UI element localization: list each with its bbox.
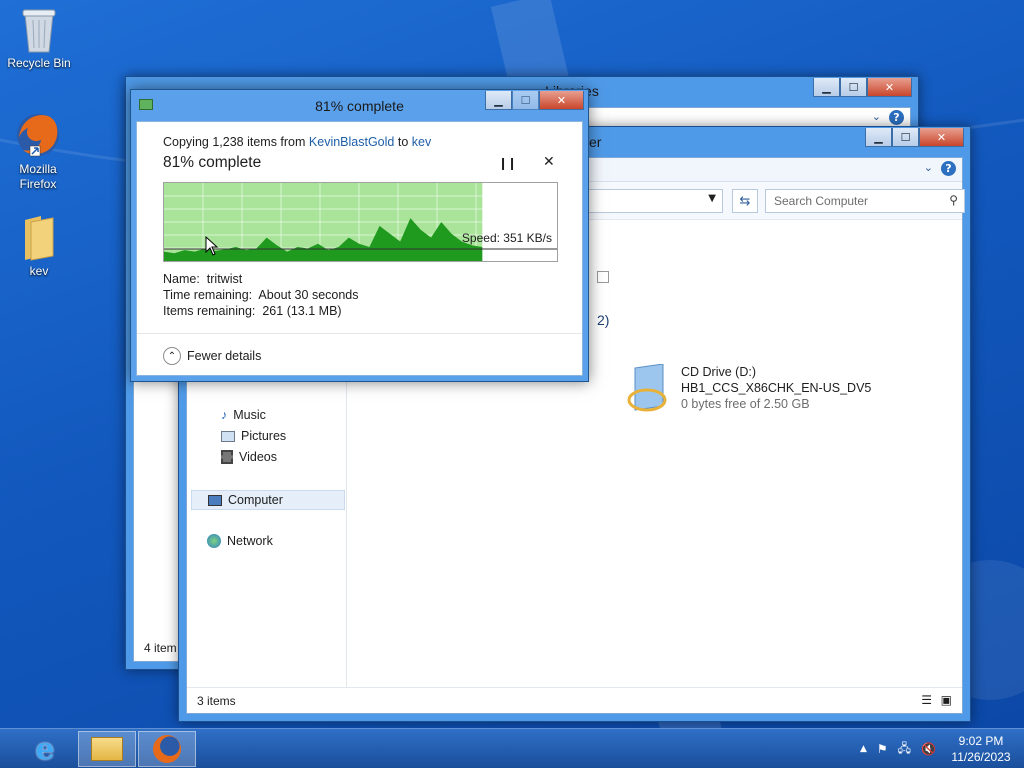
copy-mid: to	[394, 135, 412, 149]
detail-name: Name: tritwist	[163, 272, 243, 286]
desktop-icon-label: Recycle Bin	[7, 56, 71, 70]
chevron-down-icon[interactable]: ▼	[708, 193, 716, 204]
network-status-icon[interactable]: 🖧	[898, 739, 911, 760]
close-button[interactable]: ✕	[867, 78, 912, 97]
nav-item-label: Videos	[239, 450, 277, 464]
chevron-down-icon[interactable]: ⌄	[872, 110, 881, 125]
detail-time: Time remaining: About 30 seconds	[163, 288, 359, 302]
desktop-icon-recycle-bin[interactable]: Recycle Bin	[1, 6, 77, 71]
status-text: 4 item	[144, 641, 177, 655]
videos-icon	[221, 450, 233, 464]
nav-item-label: Network	[227, 534, 273, 548]
drive-label: HB1_CCS_X86CHK_EN-US_DV5	[681, 381, 872, 395]
cd-drive-item[interactable]: CD Drive (D:) HB1_CCS_X86CHK_EN-US_DV5 0…	[627, 364, 871, 414]
desktop-icon-kev-folder[interactable]: kev	[1, 214, 77, 279]
dialog-body: Copying 1,238 items from KevinBlastGold …	[136, 121, 583, 376]
action-center-flag-icon[interactable]: ⚑	[877, 742, 888, 756]
network-icon	[207, 534, 221, 548]
search-icon: ⚲	[949, 193, 958, 207]
taskbar: e ▲ ⚑ 🖧 🔇 9:02 PM 11/26/2023	[0, 728, 1024, 768]
divider	[137, 333, 582, 334]
maximize-button[interactable]: ☐	[512, 91, 539, 110]
copy-description: Copying 1,238 items from KevinBlastGold …	[163, 135, 431, 149]
status-text: 3 items	[197, 694, 236, 708]
desktop-icon-label: kev	[29, 264, 49, 278]
nav-item-label: Pictures	[241, 429, 287, 443]
ribbon-controls: ⌄ ?	[924, 161, 956, 176]
taskbar-file-explorer[interactable]	[78, 731, 136, 767]
nav-item-pictures[interactable]: Pictures	[221, 429, 286, 443]
window-controls: ▁ ☐ ✕	[485, 91, 584, 110]
speed-label: Speed: 351 KB/s	[461, 231, 552, 245]
close-button[interactable]: ✕	[919, 128, 964, 147]
nav-item-music[interactable]: ♪ Music	[221, 408, 266, 422]
internet-explorer-icon: e	[35, 731, 55, 767]
help-icon[interactable]: ?	[941, 161, 956, 176]
minimize-button[interactable]: ▁	[485, 91, 512, 110]
cancel-button[interactable]: ✕	[543, 154, 555, 170]
percent-complete: 81% complete	[163, 154, 262, 171]
details-view-icon[interactable]: ☰	[921, 693, 932, 707]
maximize-button[interactable]: ☐	[892, 128, 919, 147]
cd-drive-icon	[627, 364, 667, 412]
clock-time: 9:02 PM	[958, 734, 1004, 748]
status-bar: 3 items ☰ ▣	[187, 687, 962, 713]
desktop-icon-firefox[interactable]: Mozilla Firefox	[0, 110, 76, 192]
fewer-details-label: Fewer details	[187, 349, 262, 363]
destination-link[interactable]: kev	[412, 135, 431, 149]
pause-button[interactable]: ❙❙	[498, 156, 517, 170]
chevron-up-icon: ⌃	[163, 347, 181, 365]
music-icon: ♪	[221, 408, 228, 422]
firefox-icon	[153, 735, 181, 763]
source-link[interactable]: KevinBlastGold	[309, 135, 394, 149]
speed-chart	[164, 183, 557, 261]
copy-progress-dialog[interactable]: 81% complete ▁ ☐ ✕ Copying 1,238 items f…	[130, 89, 589, 382]
maximize-button[interactable]: ☐	[840, 78, 867, 97]
nav-item-label: Music	[233, 408, 266, 422]
minimize-button[interactable]: ▁	[865, 128, 892, 147]
folder-icon	[25, 216, 54, 261]
file-explorer-icon	[91, 737, 123, 761]
show-hidden-icons-icon[interactable]: ▲	[860, 744, 867, 754]
nav-item-label: Computer	[228, 493, 283, 507]
fewer-details-button[interactable]: ⌃ Fewer details	[163, 347, 261, 365]
pictures-icon	[221, 430, 235, 442]
detail-items: Items remaining: 261 (13.1 MB)	[163, 304, 342, 318]
minimize-button[interactable]: ▁	[813, 78, 840, 97]
recycle-bin-icon	[22, 9, 56, 53]
chevron-down-icon[interactable]: ⌄	[924, 161, 933, 176]
group-header: 2)	[597, 312, 610, 328]
clock[interactable]: 9:02 PM 11/26/2023	[946, 733, 1016, 765]
nav-item-videos[interactable]: Videos	[221, 450, 277, 464]
nav-item-computer[interactable]: Computer	[191, 490, 345, 510]
taskbar-internet-explorer[interactable]: e	[16, 731, 74, 767]
copy-details: Name: tritwist Time remaining: About 30 …	[163, 271, 359, 319]
computer-icon	[208, 494, 222, 506]
clock-date: 11/26/2023	[951, 750, 1011, 764]
help-icon[interactable]: ?	[889, 110, 904, 125]
search-placeholder: Search Computer	[774, 194, 869, 208]
transfer-speed-graph: Speed: 351 KB/s	[163, 182, 558, 262]
search-input[interactable]: Search Computer ⚲	[765, 189, 965, 213]
window-controls: ▁ ☐ ✕	[865, 128, 964, 147]
drive-details: CD Drive (D:) HB1_CCS_X86CHK_EN-US_DV5 0…	[681, 364, 871, 414]
refresh-icon: ⇆	[739, 193, 751, 209]
desktop-icon-label: Mozilla Firefox	[19, 162, 57, 191]
copy-prefix: Copying 1,238 items from	[163, 135, 309, 149]
window-controls: ▁ ☐ ✕	[813, 78, 912, 97]
refresh-button[interactable]: ⇆	[732, 189, 758, 213]
drive-space: 0 bytes free of 2.50 GB	[681, 397, 810, 411]
taskbar-firefox[interactable]	[138, 731, 196, 767]
nav-item-network[interactable]: Network	[207, 534, 273, 548]
mouse-cursor	[205, 236, 219, 256]
ribbon-controls: ⌄ ?	[872, 110, 904, 125]
checkbox[interactable]	[597, 271, 609, 283]
firefox-icon	[17, 114, 59, 157]
volume-muted-icon[interactable]: 🔇	[921, 742, 936, 756]
system-tray: ▲ ⚑ 🖧 🔇 9:02 PM 11/26/2023	[860, 729, 1016, 768]
close-button[interactable]: ✕	[539, 91, 584, 110]
large-icons-view-icon[interactable]: ▣	[941, 693, 952, 707]
drive-name: CD Drive (D:)	[681, 365, 756, 379]
